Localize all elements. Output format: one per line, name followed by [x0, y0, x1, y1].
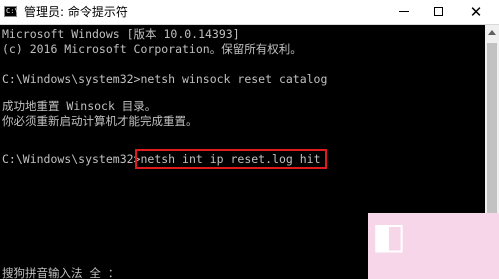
minimize-icon: [399, 11, 409, 12]
window-title: 管理员: 命令提示符: [24, 5, 128, 19]
scroll-up-arrow-icon[interactable]: [488, 30, 496, 35]
cmd-icon[interactable]: C:\: [4, 6, 19, 17]
watermark-logo: ◧: [368, 213, 499, 279]
console-line-winsock-success: 成功地重置 Winsock 目录。: [2, 99, 157, 113]
scroll-thumb[interactable]: [487, 43, 497, 239]
console-line-copyright: (c) 2016 Microsoft Corporation。保留所有权利。: [2, 42, 302, 56]
title-bar[interactable]: C:\ 管理员: 命令提示符 ✕: [0, 0, 499, 25]
prompt-text: C:\Windows\system32>: [2, 152, 141, 166]
close-button[interactable]: ✕: [456, 0, 496, 24]
console-line-version: Microsoft Windows [版本 10.0.14393]: [2, 27, 240, 41]
ime-status-bar: 搜狗拼音输入法 全 ：: [2, 266, 120, 279]
console-line-restart-notice: 你必须重新启动计算机才能完成重置。: [2, 114, 198, 128]
console-line-winsock-command: C:\Windows\system32>netsh winsock reset …: [2, 72, 328, 86]
maximize-button[interactable]: [418, 0, 458, 24]
close-icon: ✕: [469, 3, 483, 21]
watermark-glyph-icon: ◧: [372, 216, 407, 257]
command-highlight-box: [135, 149, 327, 169]
maximize-icon: [433, 7, 443, 16]
